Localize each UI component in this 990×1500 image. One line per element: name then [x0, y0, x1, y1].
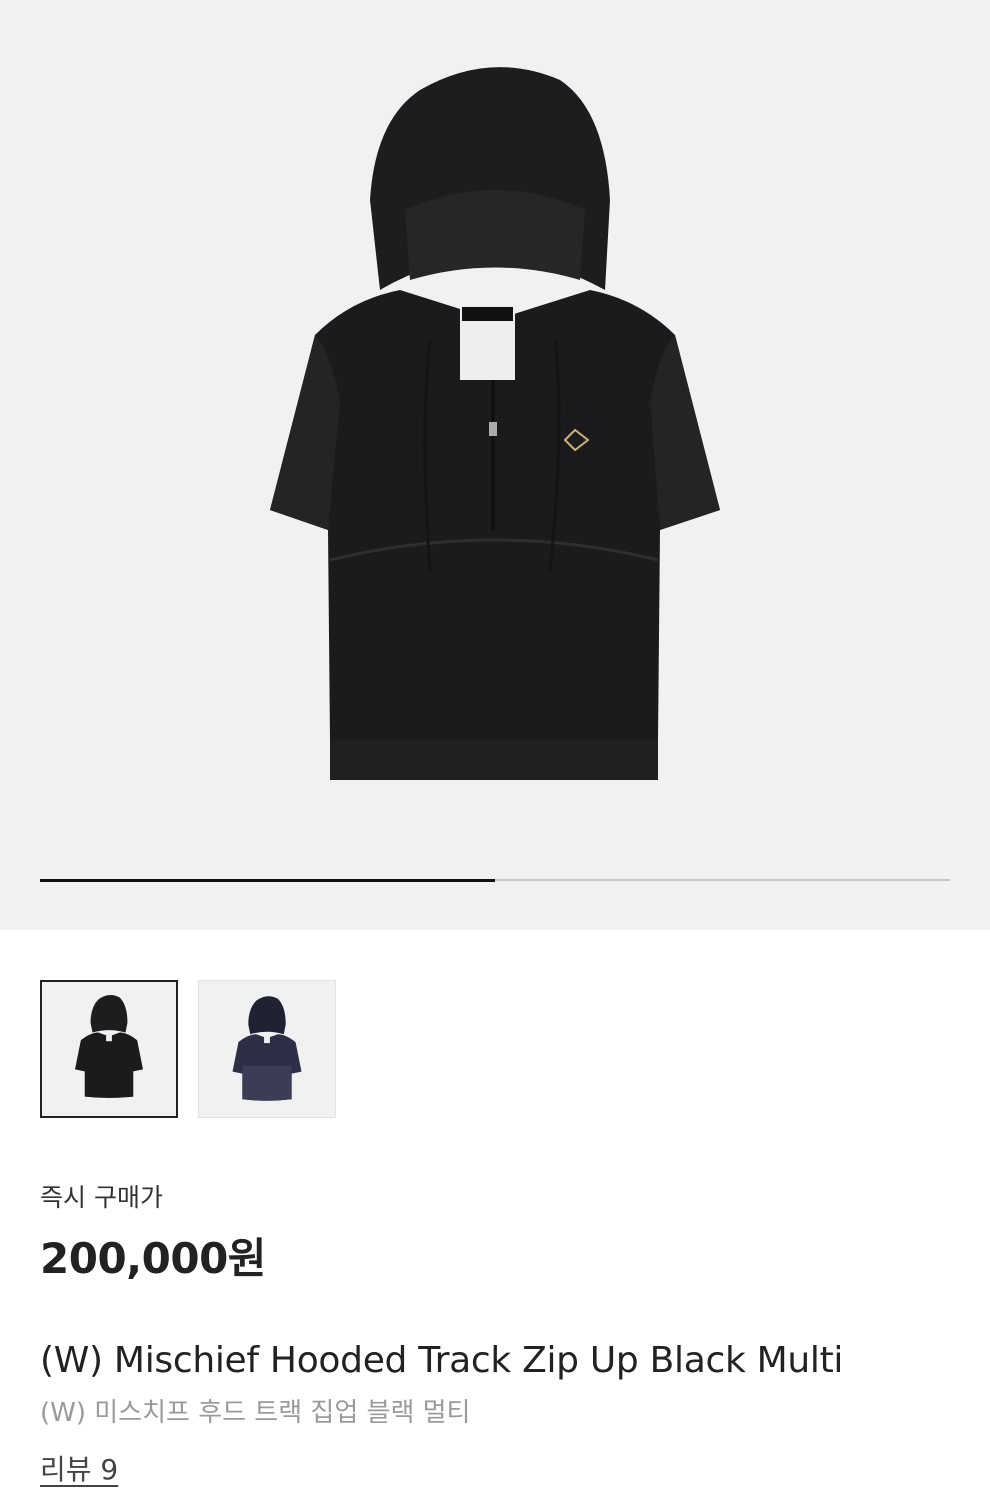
product-image-gallery[interactable] — [0, 0, 990, 930]
instant-buy-price: 200,000원 — [40, 1234, 266, 1283]
product-main-image — [270, 67, 720, 780]
thumbnail-black[interactable] — [40, 980, 178, 1118]
gallery-progress-fill — [40, 878, 495, 882]
navy-variant-thumb-image — [232, 996, 302, 1101]
black-variant-thumb-image — [75, 995, 143, 1099]
product-title-korean: (W) 미스치프 후드 트랙 집업 블랙 멀티 — [40, 1398, 471, 1428]
gallery-progress-track — [40, 878, 950, 882]
instant-buy-price-label: 즉시 구매가 — [40, 1183, 163, 1212]
thumbnail-navy[interactable] — [198, 980, 336, 1118]
review-count-link[interactable]: 리뷰 9 — [40, 1448, 118, 1488]
product-title-english: (W) Mischief Hooded Track Zip Up Black M… — [40, 1340, 844, 1381]
thumbnail-list — [40, 980, 336, 1118]
